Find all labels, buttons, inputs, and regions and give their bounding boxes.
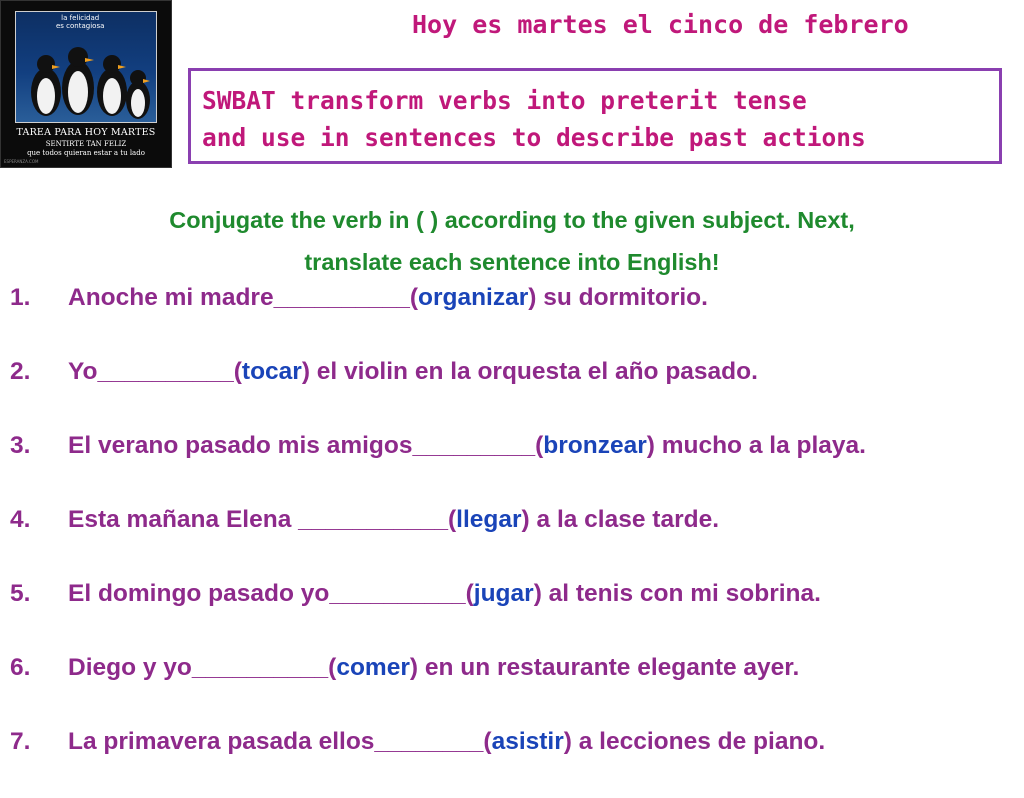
poster-subtitle-line2: que todos quieran estar a tu lado: [27, 149, 145, 157]
objective-box: SWBAT transform verbs into preterit tens…: [188, 68, 1002, 164]
sentence-text: El verano pasado mis amigos_________(bro…: [68, 428, 866, 464]
instructions-line2: translate each sentence into English!: [304, 249, 720, 275]
sentence-text: Esta mañana Elena ___________(llegar) a …: [68, 502, 719, 538]
sentence-text: Anoche mi madre__________(organizar) su …: [68, 280, 708, 316]
sentence-number: 4.: [10, 506, 31, 533]
sentence-number: 5.: [10, 580, 31, 607]
sentence-verb: asistir: [491, 728, 564, 755]
sentence-before: Anoche mi madre__________(: [68, 284, 418, 311]
sentence-text: El domingo pasado yo__________(jugar) al…: [68, 576, 821, 612]
sentence-verb: jugar: [473, 580, 534, 607]
sentence-before: Diego y yo__________(: [68, 654, 337, 681]
poster-credit: ESPERANZA.COM: [4, 159, 39, 164]
poster-subtitle-line1: SENTIRTE TAN FELIZ: [45, 140, 127, 148]
sentence-number: 3.: [10, 432, 31, 459]
instructions-line1: Conjugate the verb in ( ) according to t…: [169, 207, 855, 233]
sentence-verb: llegar: [456, 506, 522, 533]
sentence-after: ) el violin en la orquesta el año pasado…: [301, 358, 758, 385]
date-heading: Hoy es martes el cinco de febrero: [412, 10, 909, 39]
sentence-number: 2.: [10, 358, 31, 385]
poster-badge-line2: es contagiosa: [56, 22, 105, 30]
sentence-number: 1.: [10, 284, 31, 311]
objective-line2: and use in sentences to describe past ac…: [202, 123, 866, 152]
sentence-number: 7.: [10, 728, 31, 755]
penguins-icon: [31, 47, 150, 119]
sentence-before: Yo__________(: [68, 358, 242, 385]
motivational-poster-image: la felicidad es contagiosa TAREA PARA HO…: [0, 0, 172, 168]
sentence-verb: organizar: [418, 284, 529, 311]
sentence-after: ) al tenis con mi sobrina.: [533, 580, 821, 607]
sentence-after: ) en un restaurante elegante ayer.: [409, 654, 800, 681]
penguins-photo: la felicidad es contagiosa: [15, 11, 157, 123]
sentence-before: Esta mañana Elena ___________(: [68, 506, 457, 533]
poster-title: TAREA PARA HOY MARTES: [16, 127, 156, 138]
poster-subtitle: SENTIRTE TAN FELIZ que todos quieran est…: [1, 140, 171, 158]
sentence-before: La primavera pasada ellos________(: [68, 728, 492, 755]
sentence-after: ) su dormitorio.: [528, 284, 708, 311]
sentence-before: El domingo pasado yo__________(: [68, 580, 474, 607]
sentence-verb: tocar: [241, 358, 302, 385]
sentence-text: La primavera pasada ellos________(asisti…: [68, 724, 825, 760]
sentence-after: ) a la clase tarde.: [521, 506, 720, 533]
poster-badge: la felicidad es contagiosa: [56, 14, 104, 30]
sentence-text: Yo__________(tocar) el violin en la orqu…: [68, 354, 758, 390]
sentence-verb: bronzear: [543, 432, 647, 459]
sentence-number: 6.: [10, 654, 31, 681]
poster-badge-line1: la felicidad: [61, 14, 100, 22]
sentence-verb: comer: [336, 654, 410, 681]
instructions: Conjugate the verb in ( ) according to t…: [0, 199, 1024, 283]
objective-line1: SWBAT transform verbs into preterit tens…: [202, 86, 807, 115]
sentence-after: ) mucho a la playa.: [646, 432, 866, 459]
sentence-before: El verano pasado mis amigos_________(: [68, 432, 544, 459]
sentence-after: ) a lecciones de piano.: [563, 728, 826, 755]
sentence-text: Diego y yo__________(comer) en un restau…: [68, 650, 799, 686]
